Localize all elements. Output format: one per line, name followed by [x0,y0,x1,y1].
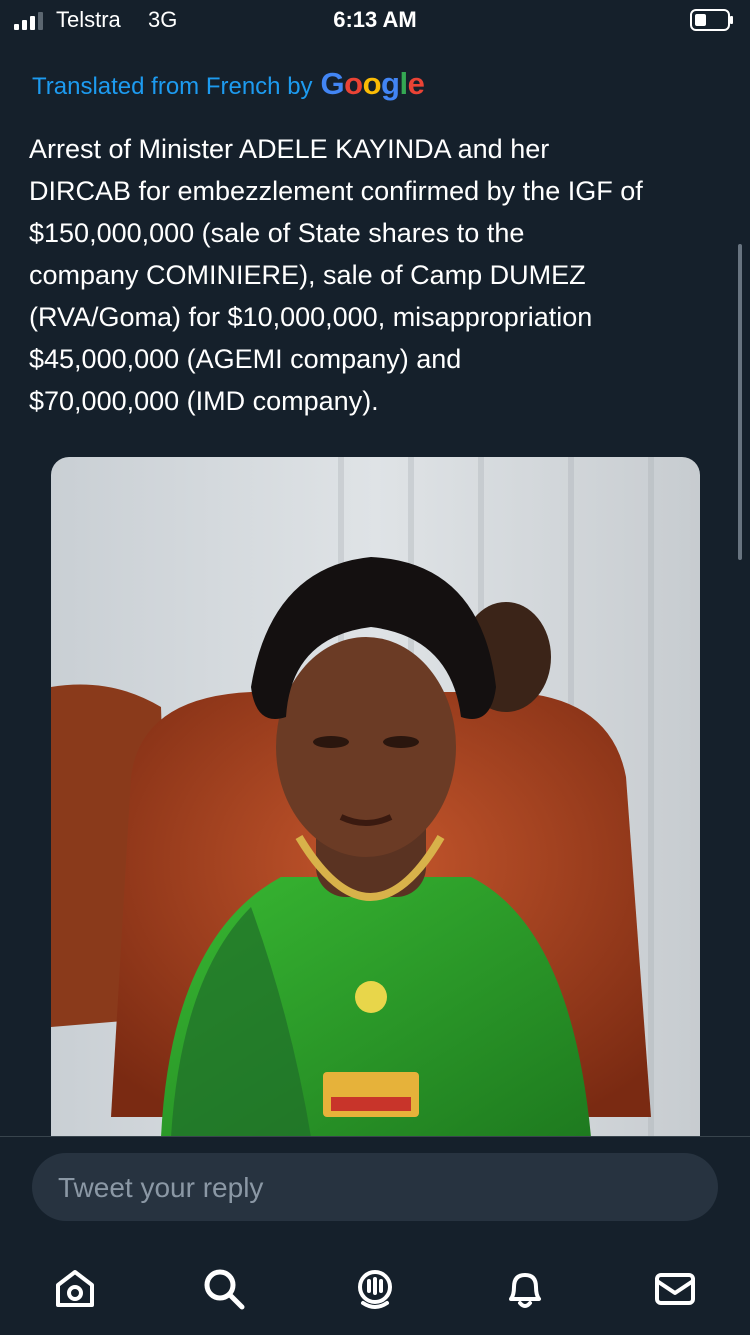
tweet-photo[interactable] [51,457,700,1137]
tab-messages[interactable] [651,1265,699,1313]
tweet-text: Arrest of Minister ADELE KAYINDA and her… [29,134,643,416]
search-icon [204,1269,245,1310]
tab-spaces[interactable] [351,1265,399,1313]
spaces-icon [358,1270,392,1309]
notifications-bell-icon [509,1273,541,1308]
reply-placeholder: Tweet your reply [58,1172,264,1203]
battery-icon [690,9,733,31]
translation-attribution[interactable]: Translated from French by Google [32,66,425,102]
scrollbar[interactable] [738,244,742,560]
status-bar: Telstra 3G 6:13 AM [0,0,750,40]
messages-envelope-icon [655,1273,695,1305]
tab-bar [0,1259,750,1319]
tab-notifications[interactable] [501,1265,549,1313]
tab-search[interactable] [200,1265,248,1313]
google-logo: Google [320,66,425,101]
reply-input[interactable]: Tweet your reply [32,1153,718,1221]
status-time: 6:13 AM [333,7,417,32]
translation-label: Translated from French by [32,73,313,100]
bottom-bar: Tweet your reply [0,1136,750,1335]
tab-home[interactable] [51,1265,99,1313]
home-icon [56,1270,94,1307]
photo-illustration [51,457,700,1137]
